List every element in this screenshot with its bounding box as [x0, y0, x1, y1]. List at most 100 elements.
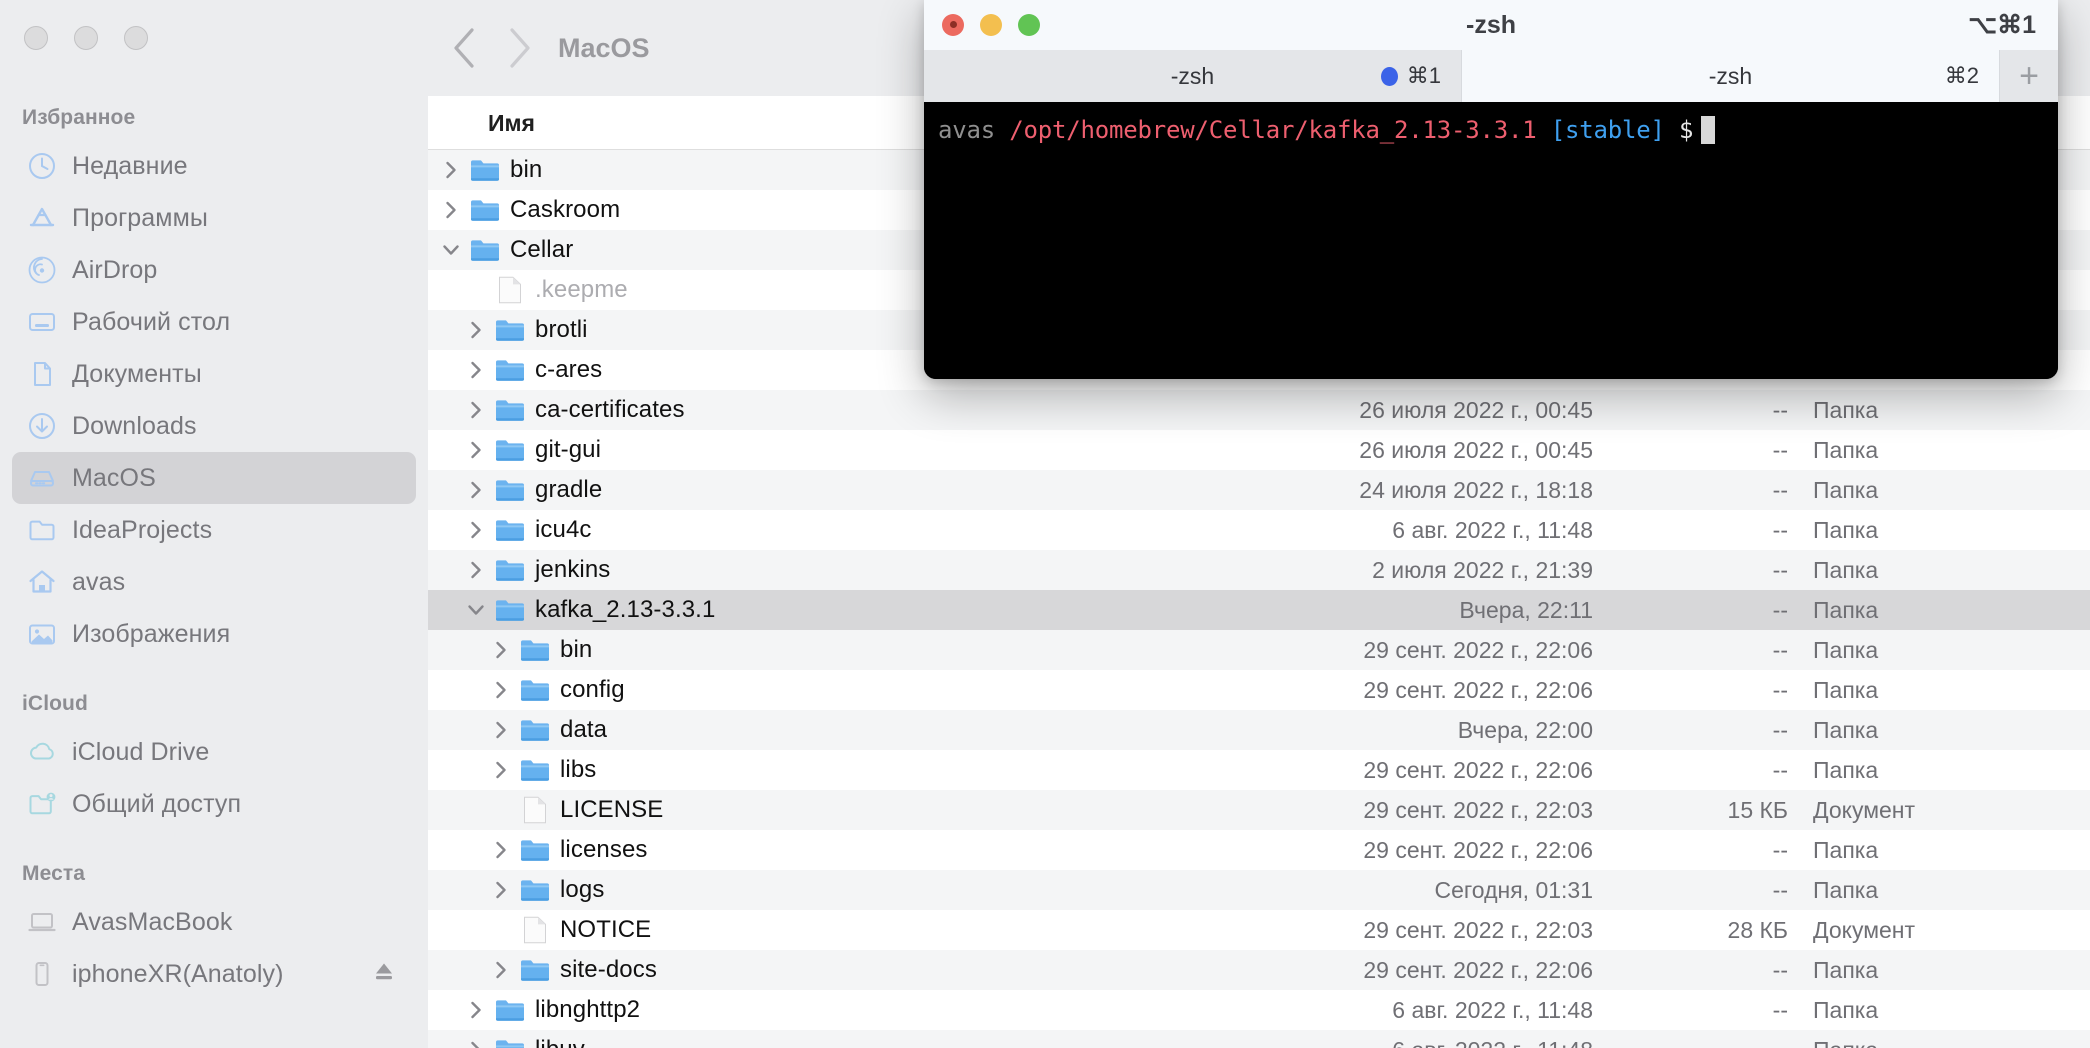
finder-window-controls	[24, 26, 148, 50]
disclosure-collapsed-toggle[interactable]	[488, 630, 514, 670]
table-row[interactable]: licenses 29 сент. 2022 г., 22:06 -- Папка	[428, 830, 2090, 870]
desktop-icon	[22, 307, 62, 337]
airdrop-icon	[22, 255, 62, 285]
table-row[interactable]: site-docs 29 сент. 2022 г., 22:06 -- Папка	[428, 950, 2090, 990]
table-row[interactable]: gradle 24 июля 2022 г., 18:18 -- Папка	[428, 470, 2090, 510]
folder-icon	[495, 470, 525, 510]
disclosure-collapsed-toggle[interactable]	[488, 870, 514, 910]
sidebar-item-недавние[interactable]: Недавние	[12, 140, 416, 192]
sidebar-item-airdrop[interactable]: AirDrop	[12, 244, 416, 296]
sidebar-item-общий-доступ[interactable]: Общий доступ	[12, 778, 416, 830]
table-row[interactable]: kafka_2.13-3.3.1 Вчера, 22:11 -- Папка	[428, 590, 2090, 630]
eject-button[interactable]	[370, 958, 398, 991]
table-row[interactable]: NOTICE 29 сент. 2022 г., 22:03 28 КБ Докуме…	[428, 910, 2090, 950]
sidebar-item-macos[interactable]: MacOS	[12, 452, 416, 504]
sidebar-item-avasmacbook[interactable]: AvasMacBook	[12, 896, 416, 948]
chevron-right-icon	[471, 561, 481, 579]
sidebar-item-iphonexr-anatoly-[interactable]: iphoneXR(Anatoly)	[12, 948, 416, 1000]
table-row[interactable]: libs 29 сент. 2022 г., 22:06 -- Папка	[428, 750, 2090, 790]
file-name: git-gui	[535, 436, 602, 463]
terminal-output-area[interactable]: avas /opt/homebrew/Cellar/kafka_2.13-3.3…	[924, 102, 2058, 379]
disclosure-collapsed-toggle[interactable]	[463, 470, 489, 510]
disclosure-collapsed-toggle[interactable]	[463, 550, 489, 590]
cloud-icon	[22, 737, 62, 767]
file-name: NOTICE	[560, 916, 652, 943]
disclosure-collapsed-toggle[interactable]	[488, 950, 514, 990]
column-header-name[interactable]: Имя	[488, 96, 535, 150]
sidebar-item-downloads[interactable]: Downloads	[12, 400, 416, 452]
maximize-button[interactable]	[124, 26, 148, 50]
disclosure-collapsed-toggle[interactable]	[463, 310, 489, 350]
disclosure-collapsed-toggle[interactable]	[463, 430, 489, 470]
terminal-tab-bar: -zsh ⌘1 -zsh ⌘2 +	[924, 50, 2058, 102]
folder-icon	[470, 230, 500, 270]
close-button[interactable]	[24, 26, 48, 50]
terminal-tab-2[interactable]: -zsh ⌘2	[1462, 50, 2000, 102]
iphone-icon	[22, 959, 62, 989]
table-row[interactable]: jenkins 2 июля 2022 г., 21:39 -- Папка	[428, 550, 2090, 590]
table-row[interactable]: ca-certificates 26 июля 2022 г., 00:45 -- П…	[428, 390, 2090, 430]
chevron-right-icon	[496, 841, 506, 859]
document-icon	[499, 276, 521, 304]
folder-icon	[496, 440, 524, 461]
sidebar-item-avas[interactable]: avas	[12, 556, 416, 608]
disclosure-collapsed-toggle[interactable]	[488, 830, 514, 870]
folder-icon	[521, 680, 549, 701]
file-kind: Папка	[1813, 1037, 1878, 1048]
sidebar-item-изображения[interactable]: Изображения	[12, 608, 416, 660]
sidebar-item-label: Downloads	[72, 411, 197, 440]
file-size: --	[1772, 756, 1788, 783]
disclosure-collapsed-toggle[interactable]	[438, 190, 464, 230]
sidebar-section-header: Избранное	[22, 106, 136, 129]
sidebar-item-label: MacOS	[72, 463, 156, 492]
table-row[interactable]: data Вчера, 22:00 -- Папка	[428, 710, 2090, 750]
table-row[interactable]: git-gui 26 июля 2022 г., 00:45 -- Папка	[428, 430, 2090, 470]
new-tab-button[interactable]: +	[2000, 50, 2058, 102]
file-name: gradle	[535, 476, 603, 503]
file-name: libnghttp2	[535, 996, 641, 1023]
disclosure-collapsed-toggle[interactable]	[488, 710, 514, 750]
sidebar-item-label: Общий доступ	[72, 789, 242, 818]
terminal-tab-1[interactable]: -zsh ⌘1	[924, 50, 1462, 102]
sidebar-item-label: Рабочий стол	[72, 307, 231, 336]
forward-button[interactable]	[492, 20, 548, 76]
disclosure-collapsed-toggle[interactable]	[463, 390, 489, 430]
sidebar-section-gap	[0, 830, 428, 852]
folder-icon	[521, 640, 549, 661]
sidebar-item-label: Документы	[72, 359, 202, 388]
file-kind: Папка	[1813, 716, 1879, 743]
sidebar-item-label: avas	[72, 567, 126, 596]
table-row[interactable]: LICENSE 29 сент. 2022 г., 22:03 15 КБ Докум…	[428, 790, 2090, 830]
table-row[interactable]: libnghttp2 6 авг. 2022 г., 11:48 -- Папка	[428, 990, 2090, 1030]
file-size: --	[1772, 476, 1788, 503]
disclosure-collapsed-toggle[interactable]	[463, 1030, 489, 1048]
table-row[interactable]: bin 29 сент. 2022 г., 22:06 -- Папка	[428, 630, 2090, 670]
sidebar-item-программы[interactable]: Программы	[12, 192, 416, 244]
file-name: Cellar	[510, 236, 574, 263]
file-size: --	[1772, 876, 1788, 903]
download-icon	[22, 411, 62, 441]
table-row[interactable]: config 29 сент. 2022 г., 22:06 -- Папка	[428, 670, 2090, 710]
sidebar-item-ideaprojects[interactable]: IdeaProjects	[12, 504, 416, 556]
sidebar-item-рабочий-стол[interactable]: Рабочий стол	[12, 296, 416, 348]
file-size: --	[1772, 836, 1788, 863]
minimize-button[interactable]	[74, 26, 98, 50]
sidebar-item-документы[interactable]: Документы	[12, 348, 416, 400]
disclosure-expanded-toggle[interactable]	[463, 590, 489, 630]
disclosure-expanded-toggle[interactable]	[438, 230, 464, 270]
table-row[interactable]: logs Сегодня, 01:31 -- Папка	[428, 870, 2090, 910]
disclosure-collapsed-toggle[interactable]	[463, 510, 489, 550]
disclosure-collapsed-toggle[interactable]	[488, 750, 514, 790]
table-row[interactable]: icu4c 6 авг. 2022 г., 11:48 -- Папка	[428, 510, 2090, 550]
chevron-right-icon	[510, 28, 530, 68]
disclosure-collapsed-toggle[interactable]	[488, 670, 514, 710]
back-button[interactable]	[436, 20, 492, 76]
disclosure-collapsed-toggle[interactable]	[463, 350, 489, 390]
folder-icon	[521, 760, 549, 781]
document-icon	[520, 790, 550, 830]
table-row[interactable]: libuv 6 авг. 2022 г., 11:48 -- Папка	[428, 1030, 2090, 1048]
sidebar-item-icloud-drive[interactable]: iCloud Drive	[12, 726, 416, 778]
disclosure-collapsed-toggle[interactable]	[463, 990, 489, 1030]
disclosure-collapsed-toggle[interactable]	[438, 150, 464, 190]
file-date-modified: 6 авг. 2022 г., 11:48	[1392, 996, 1593, 1023]
